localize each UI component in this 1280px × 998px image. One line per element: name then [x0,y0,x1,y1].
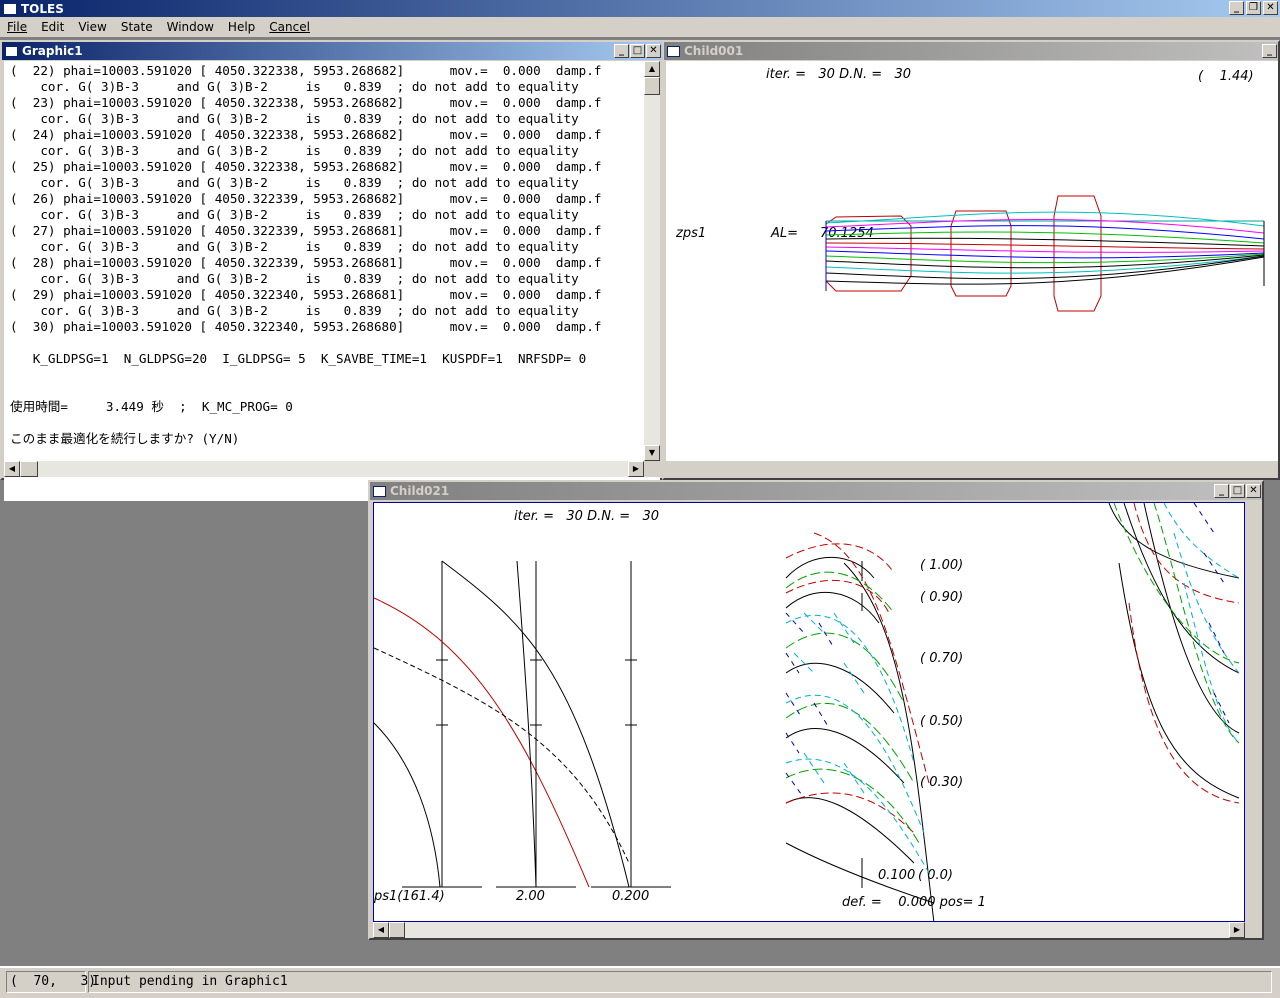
scroll-left-button[interactable]: ◀ [373,922,389,938]
console-line: cor. G( 3)B-3 and G( 3)B-2 is 0.839 ; do… [10,239,579,254]
status-message: Input pending in Graphic1 [88,971,1272,993]
console-line: cor. G( 3)B-3 and G( 3)B-2 is 0.839 ; do… [10,143,579,158]
console-line: ( 28) phai=10003.591020 [ 4050.322339, 5… [10,255,602,270]
scroll-corner [644,461,660,477]
menu-view-label: View [78,20,107,34]
console-line: cor. G( 3)B-3 and G( 3)B-2 is 0.839 ; do… [10,111,579,126]
console-line: ( 23) phai=10003.591020 [ 4050.322338, 5… [10,95,602,110]
scroll-thumb[interactable] [20,461,38,477]
menu-edit-label: Edit [41,20,65,34]
lens-layout-canvas[interactable]: iter. = 30 D.N. = 30 ( 1.44) zps1 AL= 70… [666,61,1278,461]
menu-cancel[interactable]: Cancel [262,20,317,34]
console-line: ( 22) phai=10003.591020 [ 4050.322338, 5… [10,63,602,78]
child001-window: Child001 _ iter. = 30 D.N. = 30 ( 1.44) … [662,40,1280,480]
aberration-canvas[interactable]: iter. = 30 D.N. = 30 ps1(161.4) 2.00 0.2… [373,502,1245,922]
console-line: ( 29) phai=10003.591020 [ 4050.322340, 5… [10,287,602,302]
scroll-thumb[interactable] [644,77,660,95]
menu-help-label: Help [227,20,256,34]
graphic1-title: Graphic1 [22,44,83,58]
child001-titlebar[interactable]: Child001 _ [664,42,1278,60]
scroll-left-button[interactable]: ◀ [4,461,20,477]
scroll-right-button[interactable]: ▶ [628,461,644,477]
scroll-down-button[interactable]: ▼ [644,445,660,461]
close-button[interactable]: ✕ [1246,484,1261,498]
console-line: ( 30) phai=10003.591020 [ 4050.322340, 5… [10,319,602,334]
minimize-button[interactable]: _ [1214,484,1229,498]
horizontal-scrollbar[interactable]: ◀ ▶ [4,461,644,477]
scroll-right-button[interactable]: ▶ [1229,922,1245,938]
window-icon [373,485,386,497]
console-line: ( 27) phai=10003.591020 [ 4050.322339, 5… [10,223,602,238]
menu-help[interactable]: Help [221,20,262,34]
console-line: cor. G( 3)B-3 and G( 3)B-2 is 0.839 ; do… [10,175,579,190]
child001-title: Child001 [684,44,744,58]
graphic1-window-controls: _ □ ✕ [614,44,661,58]
console-line: ( 26) phai=10003.591020 [ 4050.322339, 5… [10,191,602,206]
console-line: cor. G( 3)B-3 and G( 3)B-2 is 0.839 ; do… [10,271,579,286]
graphic1-window: Graphic1 _ □ ✕ ( 22) phai=10003.591020 [… [0,40,664,501]
console-line: cor. G( 3)B-3 and G( 3)B-2 is 0.839 ; do… [10,303,579,318]
scroll-up-button[interactable]: ▲ [644,61,660,77]
vertical-scrollbar[interactable]: ▲ ▼ [644,61,660,461]
close-button[interactable]: ✕ [1263,1,1278,15]
app-icon [3,2,17,15]
console-line: ( 25) phai=10003.591020 [ 4050.322338, 5… [10,159,602,174]
scroll-thumb[interactable] [389,922,405,938]
aberration-plots [374,503,1240,921]
console-line: ( 24) phai=10003.591020 [ 4050.322338, 5… [10,127,602,142]
close-button[interactable]: ✕ [646,44,661,58]
child001-window-controls: _ [1262,44,1277,58]
menu-state-label: State [120,20,153,34]
app-window-controls: _ ❐ ✕ [1229,1,1278,15]
console-line: cor. G( 3)B-3 and G( 3)B-2 is 0.839 ; do… [10,207,579,222]
minimize-button[interactable]: _ [1262,44,1277,58]
console-line: K_GLDPSG=1 N_GLDPSG=20 I_GLDPSG= 5 K_SAV… [10,351,587,366]
menu-window[interactable]: Window [160,20,221,34]
graphic1-console[interactable]: ( 22) phai=10003.591020 [ 4050.322338, 5… [4,61,660,501]
maximize-button[interactable]: □ [630,44,645,58]
menu-edit[interactable]: Edit [34,20,71,34]
child021-titlebar[interactable]: Child021 _ □ ✕ [370,482,1262,500]
child021-window-controls: _ □ ✕ [1214,484,1261,498]
console-line: このまま最適化を続行しますか? (Y/N) [10,431,240,446]
console-line: 使用時間= 3.449 秒 ; K_MC_PROG= 0 [10,399,293,414]
menubar: File Edit View State Window Help Cancel [0,17,1280,37]
console-output: ( 22) phai=10003.591020 [ 4050.322338, 5… [10,63,640,447]
statusbar: ( 70, 3) Input pending in Graphic1 [0,966,1280,998]
status-position: ( 70, 3) [6,971,96,993]
app-title: TOLES [21,1,64,16]
app-titlebar: TOLES _ ❐ ✕ [0,0,1280,17]
menu-window-label: Window [166,20,214,34]
menu-file-label: File [7,20,28,34]
menu-view[interactable]: View [71,20,113,34]
minimize-button[interactable]: _ [614,44,629,58]
child021-title: Child021 [390,484,450,498]
horizontal-scrollbar[interactable]: ◀ ▶ [373,922,1245,938]
lens-ray-diagram [825,195,1265,312]
window-icon [5,45,18,57]
child021-window: Child021 _ □ ✕ iter. = 30 D.N. = 30 ps1(… [368,480,1264,940]
console-line: cor. G( 3)B-3 and G( 3)B-2 is 0.839 ; do… [10,79,579,94]
menu-cancel-label: Cancel [269,20,310,34]
restore-button[interactable]: ❐ [1246,1,1261,15]
window-icon [667,45,680,57]
minimize-button[interactable]: _ [1229,1,1244,15]
menu-file[interactable]: File [0,20,34,34]
maximize-button[interactable]: □ [1230,484,1245,498]
menu-state[interactable]: State [114,20,160,34]
graphic1-titlebar[interactable]: Graphic1 _ □ ✕ [2,42,662,60]
